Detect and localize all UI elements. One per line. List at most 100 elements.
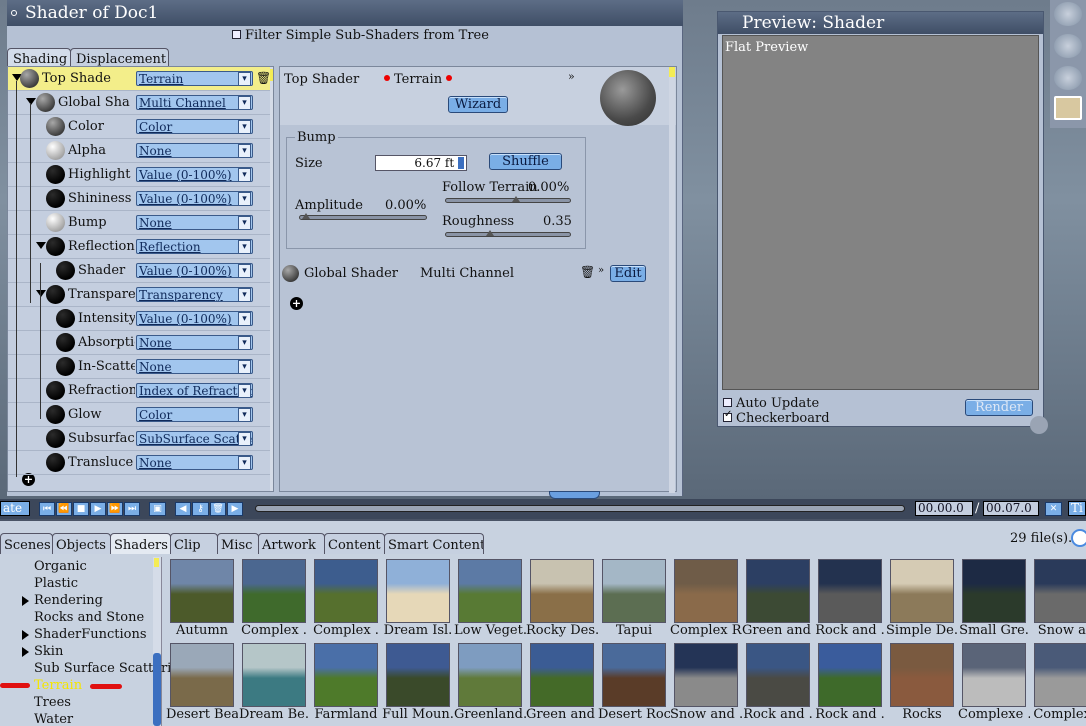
expand-triangle-icon[interactable] [36,242,46,249]
fit-icon[interactable]: ✕ [1045,502,1062,516]
channel-shader-dropdown[interactable]: None [136,143,253,158]
category-item[interactable]: Skin [22,644,63,659]
collapse-chevron-icon[interactable]: » [568,70,575,83]
amplitude-slider[interactable] [299,213,427,220]
shader-thumbnail[interactable]: Complex R. [670,557,742,638]
shader-thumbnail[interactable]: Small Gre. [958,557,1030,638]
tree-row[interactable]: Global Sha Multi Channel [8,91,270,115]
tree-row[interactable]: SubsurfacSubSurface Scattering [8,427,270,451]
wizard-button[interactable]: Wizard [448,96,508,113]
channel-shader-dropdown[interactable]: None [136,335,253,350]
tree-row[interactable]: Top Shade Terrain🗑 [8,67,271,91]
animate-button[interactable]: ate [0,501,30,516]
view-cube-icon[interactable] [1054,96,1082,120]
shader-thumbnail[interactable]: Simple De. [886,557,958,638]
category-item[interactable]: Plastic [34,576,78,591]
render-button[interactable]: Render [965,399,1033,416]
channel-shader-dropdown[interactable]: Terrain [136,71,253,86]
search-icon[interactable] [1071,529,1086,547]
move-camera-icon[interactable] [1054,2,1082,26]
category-item[interactable]: Rendering [22,593,103,608]
channel-shader-dropdown[interactable]: None [136,455,253,470]
stop-icon[interactable]: ■ [73,502,89,516]
channel-shader-dropdown[interactable]: Value (0-100%) [136,263,253,278]
shader-thumbnail[interactable]: Green and . [526,641,598,722]
tree-row[interactable]: Color Color [8,115,270,139]
channel-shader-dropdown[interactable]: SubSurface Scattering [136,431,253,446]
rewind-icon[interactable]: ⏪ [56,502,72,516]
channel-shader-dropdown[interactable]: Value (0-100%) [136,167,253,182]
collapse-chevron-icon[interactable]: » [598,265,604,276]
tab-displacement[interactable]: Displacement [70,48,169,67]
channel-shader-dropdown[interactable]: Color [136,407,253,422]
tree-row[interactable]: Refraction Index of Refraction [8,379,270,403]
tree-row[interactable]: Transluce None [8,451,270,475]
prev-key-icon[interactable]: ◀ [175,502,191,516]
delete-key-icon[interactable]: 🗑 [210,502,226,516]
panel-split-handle[interactable] [549,491,600,499]
add-shader-icon[interactable]: + [290,297,303,310]
fast-forward-icon[interactable]: ⏩ [107,502,123,516]
channel-shader-dropdown[interactable]: Multi Channel [136,95,253,110]
shader-thumbnail[interactable]: Rocks [886,641,958,722]
shader-thumbnail[interactable]: Tapui [598,557,670,638]
library-tab-shaders[interactable]: Shaders [110,533,171,554]
shader-thumbnail[interactable]: Rock and . [742,641,814,722]
channel-shader-dropdown[interactable]: Value (0-100%) [136,311,253,326]
shader-thumbnail[interactable]: Complex . [238,557,310,638]
size-input[interactable]: 6.67 ft [375,155,467,171]
shader-window-title-bar[interactable]: Shader of Doc1 [7,0,683,26]
category-scroll-handle[interactable] [153,653,161,726]
shader-thumbnail[interactable]: Desert Bea. [166,641,238,722]
shader-thumbnail[interactable]: Dream Be. [238,641,310,722]
library-tab-scenes[interactable]: Scenes [0,533,53,554]
channel-shader-dropdown[interactable]: Reflection [136,239,253,254]
current-time-field[interactable]: 00.00.0 [915,501,973,516]
slider-knob[interactable] [486,230,494,236]
editor-scroll-thumb[interactable] [669,67,675,77]
tab-shading[interactable]: Shading [7,48,71,67]
slider-knob[interactable] [512,196,520,202]
filter-checkbox[interactable] [232,30,241,39]
category-item[interactable]: Organic [34,559,87,574]
expand-arrow-icon[interactable] [22,596,29,606]
next-key-icon[interactable]: ▶ [227,502,243,516]
category-item[interactable]: Rocks and Stone [34,610,144,625]
tree-row[interactable]: Reflection Reflection [8,235,270,259]
edit-button[interactable]: Edit [610,265,646,282]
shader-thumbnail[interactable]: Dream Isl. [382,557,454,638]
timeline-track[interactable] [255,505,905,512]
shader-thumbnail[interactable]: Complexe [1030,641,1086,722]
key-icon[interactable]: ⚷ [192,502,209,516]
library-tab-misc[interactable]: Misc [217,533,259,554]
play-icon[interactable]: ▶ [90,502,106,516]
category-scrollbar[interactable] [153,557,161,726]
tree-row[interactable]: Alpha None [8,139,270,163]
category-item[interactable]: ShaderFunctions [22,627,147,642]
shader-thumbnail[interactable]: Complexe . [958,641,1030,722]
expand-triangle-icon[interactable] [36,290,46,297]
tree-scrollbar[interactable] [270,67,273,491]
category-item[interactable]: Sub Surface Scattering [34,661,188,676]
tree-row[interactable]: Glow Color [8,403,270,427]
auto-update-toggle[interactable]: Auto Update [723,396,819,411]
library-tab-objects[interactable]: Objects [52,533,111,554]
channel-shader-dropdown[interactable]: None [136,215,253,230]
size-stepper[interactable] [458,157,464,169]
total-time-field[interactable]: 00.07.0 [983,501,1039,516]
loop-icon[interactable]: ▣ [149,502,166,516]
go-end-icon[interactable]: ⏭ [124,502,140,516]
tree-row[interactable]: Highlight Value (0-100%) [8,163,270,187]
category-item[interactable]: Trees [34,695,71,710]
preview-canvas[interactable]: Flat Preview [722,35,1039,390]
library-tab-artwork[interactable]: Artwork [258,533,325,554]
expand-triangle-icon[interactable] [26,98,36,105]
tree-row[interactable]: Shininess Value (0-100%) [8,187,270,211]
channel-shader-dropdown[interactable]: Index of Refraction [136,383,253,398]
shader-thumbnail[interactable]: Desert Roc. [598,641,670,722]
channel-shader-dropdown[interactable]: None [136,359,253,374]
tree-row[interactable]: Shader Value (0-100%) [8,259,270,283]
expand-arrow-icon[interactable] [22,647,29,657]
category-scroll-thumb[interactable] [154,558,159,567]
tree-row[interactable]: In-ScatterNone [8,355,270,379]
